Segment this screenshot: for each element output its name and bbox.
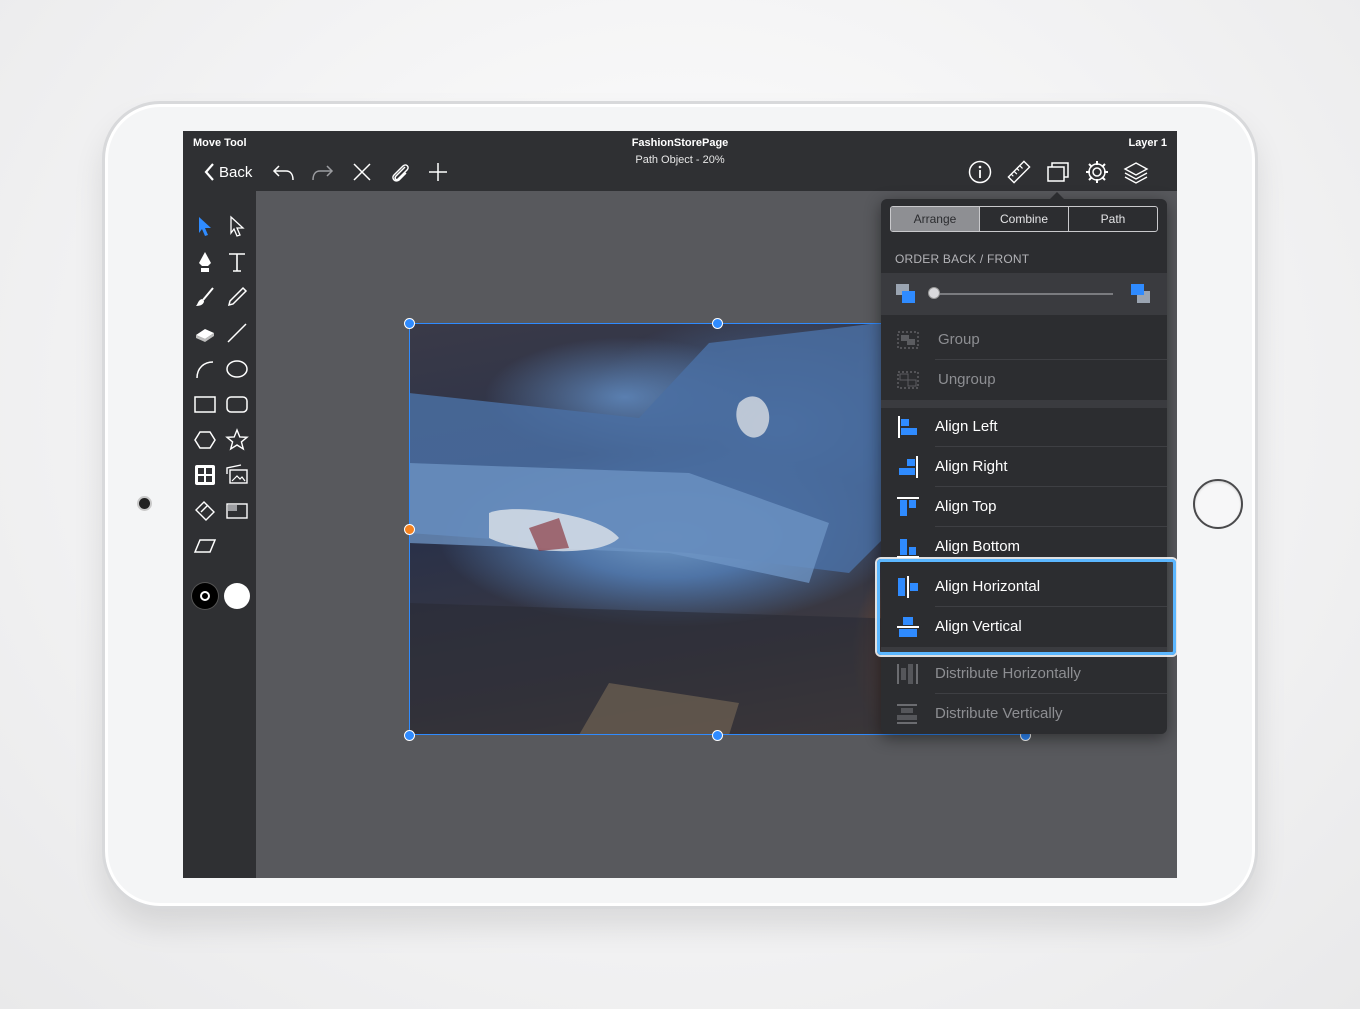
rectangle-icon[interactable] bbox=[192, 391, 218, 417]
document-title: FashionStorePage bbox=[631, 137, 729, 149]
selection-arrow-icon[interactable] bbox=[192, 213, 218, 239]
distribute-vertically-item[interactable]: Distribute Vertically bbox=[881, 694, 1167, 734]
stroke-color-swatch[interactable] bbox=[192, 583, 218, 609]
align-left-icon bbox=[895, 415, 921, 439]
line-icon[interactable] bbox=[224, 320, 250, 346]
ungroup-item[interactable]: Ungroup bbox=[881, 360, 1167, 400]
align-horizontal-item[interactable]: Align Horizontal bbox=[881, 567, 1167, 607]
align-top-label: Align Top bbox=[935, 498, 997, 515]
rounded-rectangle-icon[interactable] bbox=[224, 391, 250, 417]
direct-selection-arrow-icon[interactable] bbox=[224, 213, 250, 239]
eraser-icon[interactable] bbox=[192, 320, 218, 346]
info-icon[interactable] bbox=[967, 159, 993, 185]
align-right-item[interactable]: Align Right bbox=[881, 447, 1167, 487]
image-icon[interactable] bbox=[224, 462, 250, 488]
distribute-vertically-label: Distribute Vertically bbox=[935, 705, 1063, 722]
arrange-segmented-control: Arrange Combine Path bbox=[890, 206, 1158, 232]
resize-handle-top[interactable] bbox=[712, 318, 723, 329]
layer-label: Layer 1 bbox=[1128, 137, 1167, 149]
close-icon[interactable] bbox=[349, 159, 375, 185]
tab-arrange[interactable]: Arrange bbox=[891, 207, 979, 231]
arrange-icon[interactable] bbox=[1045, 159, 1071, 185]
group-icon bbox=[895, 328, 921, 352]
skew-icon[interactable] bbox=[192, 533, 218, 559]
back-label: Back bbox=[219, 163, 253, 181]
settings-icon[interactable] bbox=[1084, 159, 1110, 185]
ruler-icon[interactable] bbox=[1006, 159, 1032, 185]
ellipse-icon[interactable] bbox=[224, 356, 250, 382]
star-icon[interactable] bbox=[224, 427, 250, 453]
group-label: Group bbox=[938, 331, 980, 348]
add-icon[interactable] bbox=[425, 159, 451, 185]
align-bottom-icon bbox=[895, 535, 921, 559]
brush-icon[interactable] bbox=[192, 284, 218, 310]
distribute-horizontally-icon bbox=[895, 662, 921, 686]
pen-icon[interactable] bbox=[192, 249, 218, 275]
align-right-icon bbox=[895, 455, 921, 479]
order-slider-thumb[interactable] bbox=[928, 287, 940, 299]
tool-palette bbox=[183, 191, 256, 878]
ungroup-icon bbox=[895, 368, 921, 392]
pencil-icon[interactable] bbox=[224, 284, 250, 310]
app-screen: Move Tool FashionStorePage Path Object -… bbox=[183, 131, 1177, 878]
frame-icon[interactable] bbox=[224, 498, 250, 524]
distribute-horizontally-item[interactable]: Distribute Horizontally bbox=[881, 654, 1167, 694]
resize-handle-left[interactable] bbox=[404, 524, 415, 535]
grid-icon[interactable] bbox=[192, 462, 218, 488]
align-vertical-icon bbox=[895, 615, 921, 639]
tab-combine[interactable]: Combine bbox=[979, 207, 1068, 231]
home-button[interactable] bbox=[1193, 479, 1243, 529]
align-vertical-label: Align Vertical bbox=[935, 618, 1022, 635]
stroke-ring-icon bbox=[200, 591, 210, 601]
popover-arrow bbox=[1049, 192, 1065, 200]
align-left-label: Align Left bbox=[935, 418, 998, 435]
align-vertical-item[interactable]: Align Vertical bbox=[881, 607, 1167, 647]
order-slider-track[interactable] bbox=[933, 293, 1113, 295]
align-top-icon bbox=[895, 495, 921, 519]
chevron-left-icon bbox=[204, 163, 214, 181]
align-horizontal-label: Align Horizontal bbox=[935, 578, 1041, 595]
align-bottom-label: Align Bottom bbox=[935, 538, 1021, 555]
attach-icon[interactable] bbox=[387, 159, 413, 185]
distribute-horizontally-label: Distribute Horizontally bbox=[935, 665, 1081, 682]
undo-icon[interactable] bbox=[271, 159, 297, 185]
send-back-icon[interactable] bbox=[895, 283, 917, 305]
resize-handle-top-left[interactable] bbox=[404, 318, 415, 329]
group-item[interactable]: Group bbox=[881, 320, 1167, 360]
bring-front-icon[interactable] bbox=[1130, 283, 1152, 305]
top-toolbar: Move Tool FashionStorePage Path Object -… bbox=[183, 131, 1177, 191]
tab-path[interactable]: Path bbox=[1068, 207, 1157, 231]
resize-handle-bottom-left[interactable] bbox=[404, 730, 415, 741]
align-right-label: Align Right bbox=[935, 458, 1008, 475]
transform-icon[interactable] bbox=[192, 498, 218, 524]
align-left-item[interactable]: Align Left bbox=[881, 407, 1167, 447]
distribute-vertically-icon bbox=[895, 702, 921, 726]
fill-color-swatch[interactable] bbox=[224, 583, 250, 609]
text-icon[interactable] bbox=[224, 249, 250, 275]
order-section-label: ORDER BACK / FRONT bbox=[895, 252, 1030, 266]
redo-icon[interactable] bbox=[309, 159, 335, 185]
ungroup-label: Ungroup bbox=[938, 371, 996, 388]
hexagon-icon[interactable] bbox=[192, 427, 218, 453]
front-camera bbox=[139, 498, 150, 509]
arrange-popover: Arrange Combine Path ORDER BACK / FRONT … bbox=[881, 192, 1167, 734]
align-horizontal-icon bbox=[895, 575, 921, 599]
align-top-item[interactable]: Align Top bbox=[881, 487, 1167, 527]
layers-icon[interactable] bbox=[1123, 159, 1149, 185]
back-button[interactable]: Back bbox=[203, 161, 252, 183]
resize-handle-bottom[interactable] bbox=[712, 730, 723, 741]
order-slider-row bbox=[881, 273, 1167, 315]
arc-icon[interactable] bbox=[192, 356, 218, 382]
align-bottom-item[interactable]: Align Bottom bbox=[881, 527, 1167, 567]
